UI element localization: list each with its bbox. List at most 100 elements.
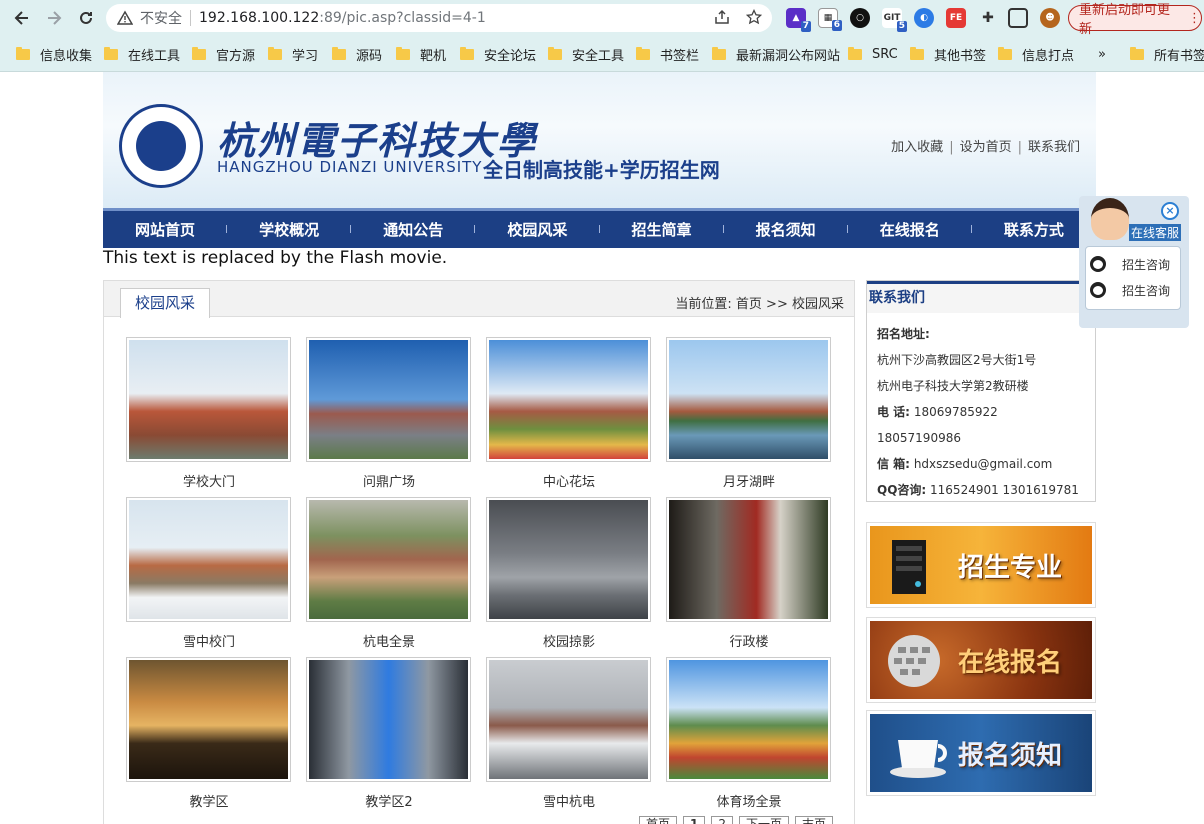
add-favorite-link[interactable]: 加入收藏: [891, 140, 943, 155]
photo-caption[interactable]: 杭电全景: [306, 631, 472, 650]
service-item[interactable]: 招生咨询: [1090, 251, 1176, 277]
photo-item[interactable]: 教学区2: [306, 657, 472, 810]
photo-thumb[interactable]: [489, 500, 648, 619]
folder-icon: [636, 46, 650, 60]
photo-caption[interactable]: 学校大门: [126, 471, 292, 490]
bookmark-item[interactable]: 安全工具: [548, 45, 624, 64]
menu-apply[interactable]: 在线报名: [848, 219, 973, 240]
photo-item[interactable]: 雪中杭电: [486, 657, 652, 810]
extension-icon[interactable]: FE: [946, 8, 966, 28]
menu-overview[interactable]: 学校概况: [227, 219, 352, 240]
close-icon[interactable]: ×: [1161, 202, 1179, 220]
bookmark-item[interactable]: 信息打点: [998, 45, 1074, 64]
apply-guide-banner-label[interactable]: 报名须知: [958, 735, 1062, 772]
bookmark-item[interactable]: 书签栏: [636, 45, 699, 64]
menu-guide[interactable]: 报名须知: [724, 219, 848, 240]
bookmark-item[interactable]: SRC: [848, 45, 898, 63]
photo-thumb[interactable]: [309, 340, 468, 459]
url-text[interactable]: 192.168.100.122:89/pic.asp?classid=4-1: [199, 10, 486, 26]
photo-item[interactable]: 行政楼: [666, 497, 832, 650]
bookmark-item[interactable]: 源码: [332, 45, 382, 64]
photo-thumb[interactable]: [489, 660, 648, 779]
photo-item[interactable]: 体育场全景: [666, 657, 832, 810]
photo-thumb[interactable]: [129, 660, 288, 779]
photo-item[interactable]: 教学区: [126, 657, 292, 810]
majors-banner-label[interactable]: 招生专业: [958, 547, 1062, 584]
photo-thumb[interactable]: [309, 660, 468, 779]
service-item[interactable]: 招生咨询: [1090, 277, 1176, 303]
photo-caption[interactable]: 教学区2: [306, 791, 472, 810]
git-icon[interactable]: GIT 5: [882, 8, 907, 32]
photo-item[interactable]: 校园掠影: [486, 497, 652, 650]
photo-thumb[interactable]: [129, 500, 288, 619]
last-page-button[interactable]: 末页: [795, 816, 834, 824]
photo-thumb[interactable]: [129, 340, 288, 459]
share-icon[interactable]: [714, 9, 730, 29]
extension-icon[interactable]: ▦ 6: [818, 8, 842, 31]
extension-icon[interactable]: ○: [850, 8, 870, 28]
bookmark-item[interactable]: 最新漏洞公布网站: [712, 45, 840, 64]
bookmark-item[interactable]: 靶机: [396, 45, 446, 64]
bookmark-item[interactable]: 学习: [268, 45, 318, 64]
more-bookmarks-button[interactable]: »: [1098, 45, 1106, 63]
apply-guide-banner[interactable]: 报名须知: [866, 710, 1096, 796]
extension-icon[interactable]: ▲ 7: [786, 8, 811, 32]
next-page-button[interactable]: 下一页: [739, 816, 790, 824]
majors-banner[interactable]: 招生专业: [866, 522, 1096, 608]
photo-thumb[interactable]: [309, 500, 468, 619]
sidepanel-icon[interactable]: [1008, 8, 1028, 28]
menu-home[interactable]: 网站首页: [103, 219, 228, 240]
photo-item[interactable]: 学校大门: [126, 337, 292, 490]
photo-item[interactable]: 月牙湖畔: [666, 337, 832, 490]
menu-admissions[interactable]: 招生简章: [600, 219, 724, 240]
menu-notices[interactable]: 通知公告: [351, 219, 476, 240]
photo-thumb[interactable]: [669, 500, 828, 619]
restart-button[interactable]: 重新启动即可更新 ⋮: [1068, 3, 1202, 37]
bookmark-item[interactable]: 信息收集: [16, 45, 92, 64]
page-1-button[interactable]: 1: [683, 816, 706, 824]
contact-link[interactable]: 联系我们: [1028, 140, 1080, 155]
photo-caption[interactable]: 体育场全景: [666, 791, 832, 810]
menu-contact[interactable]: 联系方式: [972, 219, 1096, 240]
photo-caption[interactable]: 教学区: [126, 791, 292, 810]
avatar[interactable]: ☻: [1040, 8, 1060, 28]
photo-item[interactable]: 问鼎广场: [306, 337, 472, 490]
bookmark-item[interactable]: 其他书签: [910, 45, 986, 64]
back-icon[interactable]: [10, 6, 34, 30]
globe-icon[interactable]: ◐: [914, 8, 934, 28]
bookmark-item[interactable]: 在线工具: [104, 45, 180, 64]
photo-thumb[interactable]: [669, 660, 828, 779]
photo-thumb[interactable]: [669, 340, 828, 459]
puzzle-icon[interactable]: ✚: [978, 8, 998, 28]
reload-icon[interactable]: [74, 6, 98, 30]
page-2-button[interactable]: 2: [711, 816, 734, 824]
address-bar[interactable]: 不安全 192.168.100.122:89/pic.asp?classid=4…: [106, 4, 772, 32]
more-icon[interactable]: ⋮: [1188, 11, 1201, 26]
photo-caption[interactable]: 月牙湖畔: [666, 471, 832, 490]
photo-caption[interactable]: 问鼎广场: [306, 471, 472, 490]
photo-caption[interactable]: 中心花坛: [486, 471, 652, 490]
star-icon[interactable]: [745, 8, 763, 29]
first-page-button[interactable]: 首页: [639, 816, 678, 824]
tab-campus[interactable]: 校园风采: [120, 288, 210, 318]
photo-item[interactable]: 雪中校门: [126, 497, 292, 650]
photo-item[interactable]: 中心花坛: [486, 337, 652, 490]
menu-campus[interactable]: 校园风采: [475, 219, 600, 240]
all-bookmarks[interactable]: 所有书签: [1130, 45, 1204, 64]
set-homepage-link[interactable]: 设为首页: [960, 140, 1012, 155]
photo-caption[interactable]: 校园掠影: [486, 631, 652, 650]
security-label[interactable]: 不安全: [140, 8, 182, 28]
photo-caption[interactable]: 雪中校门: [126, 631, 292, 650]
crumb-home-link[interactable]: 首页: [736, 297, 762, 312]
folder-icon: [192, 46, 206, 60]
forward-icon[interactable]: [42, 6, 66, 30]
bookmark-item[interactable]: 安全论坛: [460, 45, 536, 64]
online-apply-banner[interactable]: 在线报名: [866, 617, 1096, 703]
photo-item[interactable]: 杭电全景: [306, 497, 472, 650]
photo-thumb[interactable]: [489, 340, 648, 459]
bookmark-item[interactable]: 官方源: [192, 45, 255, 64]
photo-caption[interactable]: 行政楼: [666, 631, 832, 650]
warning-icon[interactable]: [116, 9, 134, 27]
online-apply-banner-label[interactable]: 在线报名: [958, 642, 1062, 679]
photo-caption[interactable]: 雪中杭电: [486, 791, 652, 810]
